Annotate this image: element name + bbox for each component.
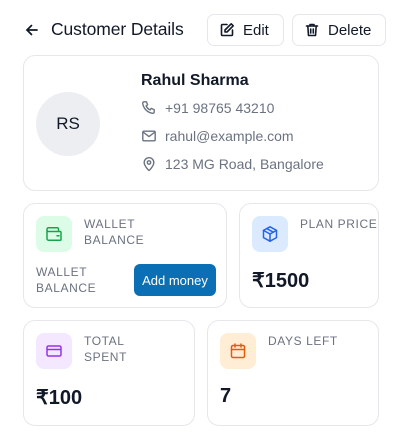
days-left-value: 7: [220, 385, 232, 407]
trash-icon: [305, 23, 319, 37]
wallet-balance-card: WALLET BALANCE WALLET BALANCE Add money: [23, 203, 227, 308]
package-icon: [262, 226, 278, 242]
edit-icon: [220, 23, 234, 37]
plan-price-card: PLAN PRICE ₹1500: [239, 203, 379, 308]
total-spent-value: ₹100: [36, 387, 83, 409]
calendar-icon-box: [220, 333, 256, 369]
email-row: rahul@example.com: [141, 128, 294, 144]
customer-profile-card: RS Rahul Sharma +91 98765 43210 rahul@ex…: [23, 55, 379, 191]
back-button[interactable]: [22, 20, 42, 40]
page-title: Customer Details: [51, 19, 184, 39]
avatar: RS: [36, 92, 100, 156]
phone-icon: [141, 100, 157, 116]
days-left-card: DAYS LEFT 7: [207, 320, 379, 426]
credit-card-icon-box: [36, 333, 72, 369]
address-row: 123 MG Road, Bangalore: [141, 156, 324, 172]
days-left-label: DAYS LEFT: [268, 334, 338, 348]
wallet-balance-label: WALLET BALANCE: [84, 217, 145, 247]
total-spent-card: TOTAL SPENT ₹100: [23, 320, 195, 426]
credit-card-icon: [46, 345, 62, 357]
arrow-left-icon: [26, 24, 38, 36]
mail-icon: [141, 128, 157, 144]
customer-name: Rahul Sharma: [141, 72, 249, 89]
package-icon-box: [252, 216, 288, 252]
phone-row: +91 98765 43210: [141, 100, 274, 116]
wallet-icon: [46, 227, 62, 241]
wallet-balance-sublabel: WALLET BALANCE: [36, 265, 97, 295]
total-spent-label: TOTAL SPENT: [84, 334, 128, 364]
edit-button-label: Edit: [243, 21, 269, 39]
header: Customer Details Edit Delete: [0, 0, 403, 60]
customer-phone: +91 98765 43210: [165, 100, 275, 116]
edit-button[interactable]: Edit: [207, 14, 284, 46]
calendar-icon: [230, 343, 246, 359]
wallet-icon-box: [36, 216, 72, 252]
delete-button[interactable]: Delete: [292, 14, 386, 46]
plan-price-value: ₹1500: [252, 270, 310, 292]
customer-email: rahul@example.com: [165, 128, 294, 144]
map-pin-icon: [141, 156, 157, 172]
customer-address: 123 MG Road, Bangalore: [165, 156, 324, 172]
delete-button-label: Delete: [328, 21, 372, 39]
plan-price-label: PLAN PRICE: [300, 217, 378, 231]
add-money-button[interactable]: Add money: [134, 264, 216, 296]
